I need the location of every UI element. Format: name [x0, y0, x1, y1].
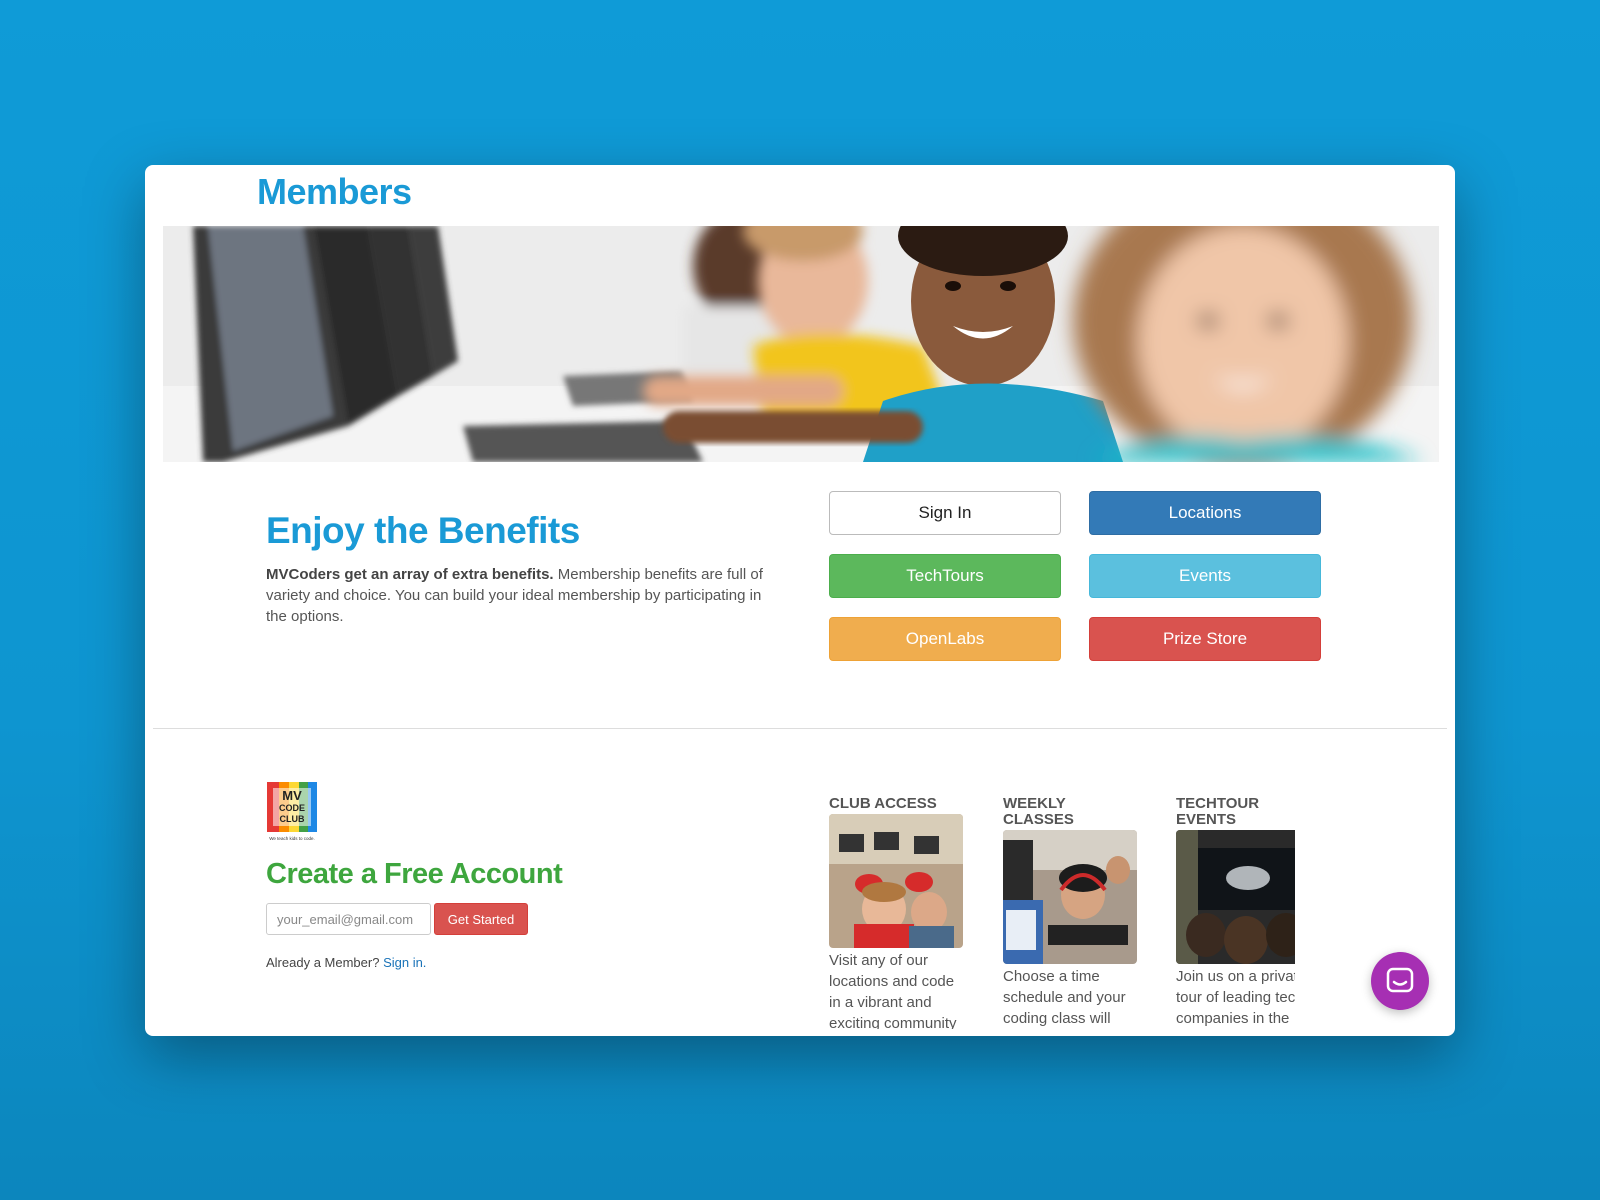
chat-launcher-button[interactable] [1371, 952, 1429, 1010]
mv-code-club-logo: MV CODE CLUB We teach kids to code. [265, 780, 319, 844]
logo-line-mv: MV [282, 788, 302, 803]
feature-techtour-events: TECHTOUR EVENTS Join us on a private tou… [1176, 796, 1295, 1029]
openlabs-button[interactable]: OpenLabs [829, 617, 1061, 661]
already-member-label: Already a Member? [266, 955, 384, 970]
sign-in-button[interactable]: Sign In [829, 491, 1061, 535]
browser-window: Members Enjoy the Benefits MVCoders get … [145, 165, 1455, 1036]
feature-title: TECHTOUR EVENTS [1176, 795, 1260, 828]
logo-line-code: CODE [279, 803, 305, 813]
weekly-classes-photo [1003, 830, 1137, 964]
feature-title: WEEKLY CLASSES [1003, 795, 1074, 828]
create-account-title: Create a Free Account [266, 858, 563, 890]
benefits-lead-bold: MVCoders get an array of extra benefits. [266, 566, 554, 583]
techtours-button[interactable]: TechTours [829, 554, 1061, 598]
already-member-text: Already a Member? Sign in. [266, 955, 426, 970]
feature-text: Choose a time schedule and your coding c… [1003, 968, 1126, 1027]
prize-store-button[interactable]: Prize Store [1089, 617, 1321, 661]
hero-banner-image [163, 226, 1439, 462]
club-access-photo [829, 814, 963, 948]
locations-button[interactable]: Locations [1089, 491, 1321, 535]
get-started-button[interactable]: Get Started [434, 903, 528, 935]
feature-title: CLUB ACCESS [829, 795, 937, 812]
features-row: CLUB ACCESS Visit any of our locations a… [815, 785, 1295, 1029]
benefits-title: Enjoy the Benefits [266, 510, 580, 551]
benefits-description: MVCoders get an array of extra benefits.… [266, 564, 786, 627]
page-title: Members [257, 171, 412, 212]
feature-text: Join us on a private tour of leading tec… [1176, 968, 1295, 1027]
feature-weekly-classes: WEEKLY CLASSES Choose a time schedule an… [1003, 796, 1139, 1029]
logo-tagline: We teach kids to code. [269, 836, 314, 841]
section-divider [153, 728, 1447, 729]
feature-text: Visit any of our locations and code in a… [829, 952, 957, 1029]
sign-in-link[interactable]: Sign in. [383, 955, 426, 970]
chat-bubble-icon [1386, 967, 1414, 993]
feature-club-access: CLUB ACCESS Visit any of our locations a… [829, 796, 965, 1029]
email-input[interactable] [266, 903, 431, 935]
techtour-events-photo [1176, 830, 1295, 964]
events-button[interactable]: Events [1089, 554, 1321, 598]
logo-line-club: CLUB [280, 814, 305, 824]
